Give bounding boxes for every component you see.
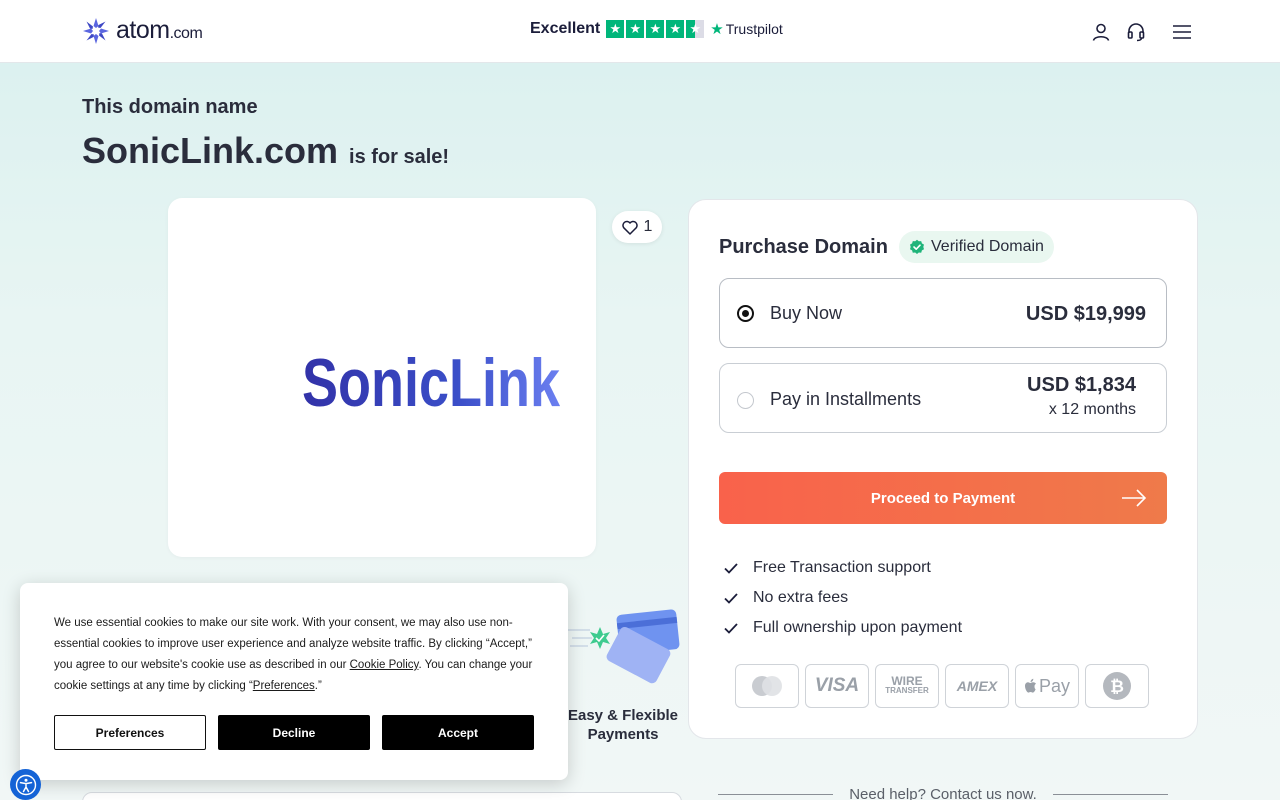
page-title: SonicLink.com is for sale! [82, 130, 449, 172]
feature-item: Free Transaction support [723, 553, 962, 583]
accessibility-icon [15, 774, 36, 795]
like-button[interactable]: 1 [612, 211, 662, 243]
apple-pay-icon: Pay [1015, 664, 1079, 708]
mastercard-icon [735, 664, 799, 708]
proceed-label: Proceed to Payment [870, 489, 1016, 507]
star-icon: ★ [666, 20, 685, 38]
trustpilot-brand: ★ Trustpilot [710, 21, 783, 38]
cookie-message: We use essential cookies to make our sit… [54, 613, 544, 697]
star-icon: ★ [626, 20, 645, 38]
menu-icon[interactable] [1172, 22, 1192, 42]
verified-label: Verified Domain [931, 238, 1044, 255]
visa-icon: VISA [805, 664, 869, 708]
top-navigation-bar: atom.com Excellent ★ ★ ★ ★ ★ ★ Trustpilot [0, 0, 1280, 63]
headset-icon[interactable] [1126, 22, 1146, 42]
verified-check-icon [910, 239, 924, 254]
option-buy-now[interactable]: Buy Now USD $19,999 [719, 278, 1167, 348]
rating-stars: ★ ★ ★ ★ ★ [606, 20, 705, 38]
star-icon: ★ [606, 20, 625, 38]
verified-badge: Verified Domain [899, 231, 1054, 263]
amex-icon: AMEX [945, 664, 1009, 708]
soniclink-brand-logo: SonicLink [202, 314, 560, 436]
divider [718, 794, 834, 795]
feature-text: Free Transaction support [753, 559, 931, 576]
brand-wordmark: SonicLink [302, 345, 560, 421]
brand-name: atom.com [116, 16, 203, 44]
purchase-panel: Purchase Domain Verified Domain Buy Now … [688, 199, 1198, 739]
cookie-text-part: .” [314, 680, 322, 692]
check-icon [724, 563, 738, 574]
cookie-policy-link[interactable]: Cookie Policy [350, 659, 419, 671]
buy-now-radio[interactable] [737, 305, 754, 322]
domain-logo-card: SonicLink [168, 198, 596, 557]
feature-list: Free Transaction support No extra fees F… [723, 553, 962, 643]
like-count: 1 [643, 218, 653, 235]
domain-name: SonicLink.com [82, 130, 339, 171]
rating-word: Excellent [530, 20, 601, 37]
accessibility-button[interactable] [10, 769, 41, 800]
trustpilot-star-icon: ★ [710, 21, 724, 38]
wire-transfer-icon: WIRE TRANSFER [875, 664, 939, 708]
star-icon: ★ [646, 20, 665, 38]
easy-payments-label: Easy & Flexible Payments [563, 706, 683, 744]
feature-text: Full ownership upon payment [753, 619, 963, 636]
feature-text: No extra fees [753, 589, 849, 606]
option-term: x 12 months [1048, 401, 1136, 418]
purchase-title: Purchase Domain [719, 236, 888, 258]
arrow-right-icon [1122, 489, 1147, 507]
check-icon [724, 623, 738, 634]
easy-payments-line1: Easy & Flexible [567, 707, 679, 724]
help-link[interactable]: Need help? Contact us now. [849, 786, 1037, 800]
atom-logo-icon [83, 17, 109, 44]
payment-cards-illustration [568, 609, 680, 684]
option-label: Pay in Installments [770, 389, 922, 409]
preferences-link[interactable]: Preferences [253, 680, 315, 692]
option-price: USD $19,999 [1025, 303, 1146, 325]
cookie-consent-banner: We use essential cookies to make our sit… [20, 583, 568, 780]
for-sale-text: is for sale! [349, 146, 450, 168]
check-icon [724, 593, 738, 604]
feature-item: Full ownership upon payment [723, 613, 962, 643]
help-row: Need help? Contact us now. [718, 786, 1168, 800]
feature-item: No extra fees [723, 583, 962, 613]
easy-payments-line2: Payments [587, 726, 659, 743]
trustpilot-rating[interactable]: Excellent ★ ★ ★ ★ ★ ★ Trustpilot [530, 20, 783, 38]
heart-icon [621, 220, 638, 235]
eyebrow-text: This domain name [82, 96, 258, 118]
option-label: Buy Now [770, 303, 843, 323]
svg-text:₿: ₿ [1110, 677, 1124, 696]
option-installments[interactable]: Pay in Installments USD $1,834 x 12 mont… [719, 363, 1167, 433]
user-icon[interactable] [1091, 22, 1111, 42]
half-star-icon: ★ [686, 20, 705, 38]
site-logo[interactable]: atom.com [82, 16, 203, 45]
offer-input-partial[interactable] [82, 792, 682, 800]
payment-methods: VISA WIRE TRANSFER AMEX Pay ₿ [735, 664, 1149, 708]
divider [1052, 794, 1168, 795]
accept-button[interactable]: Accept [382, 715, 534, 750]
proceed-to-payment-button[interactable]: Proceed to Payment [719, 472, 1167, 524]
option-price: USD $1,834 [1027, 374, 1136, 396]
preferences-button[interactable]: Preferences [54, 715, 206, 750]
installments-radio[interactable] [737, 392, 754, 409]
bitcoin-icon: ₿ [1085, 664, 1149, 708]
decline-button[interactable]: Decline [218, 715, 370, 750]
